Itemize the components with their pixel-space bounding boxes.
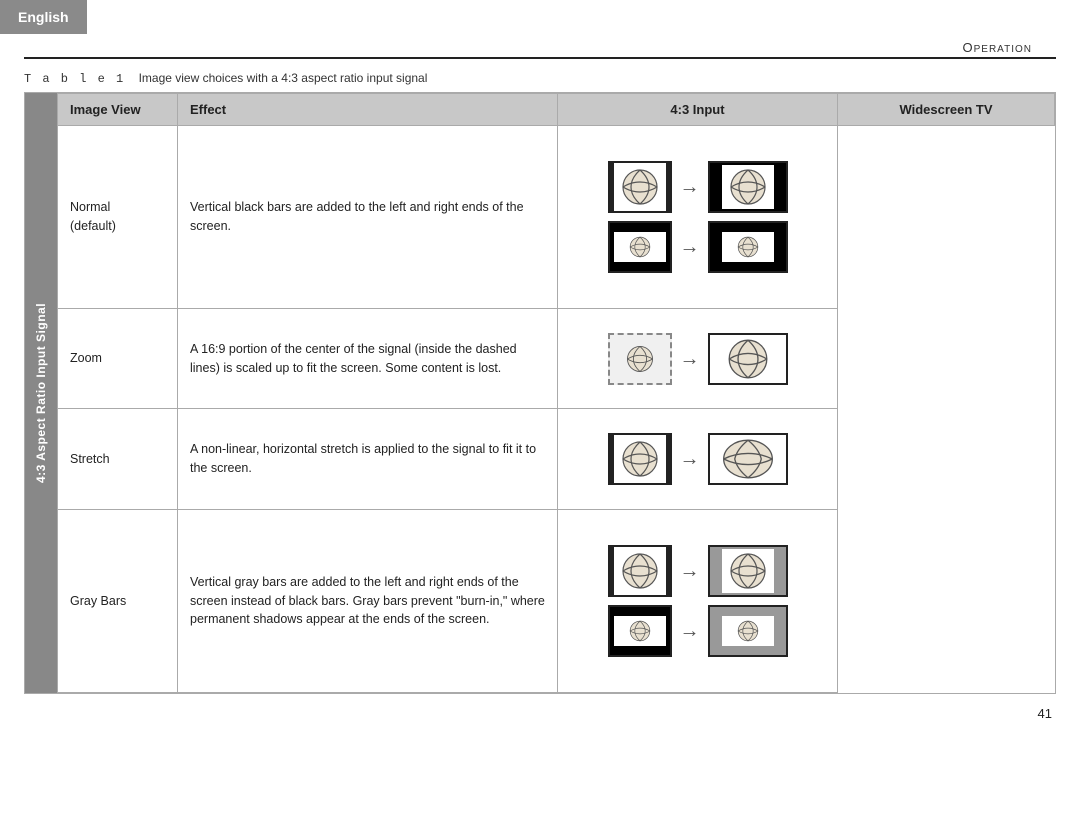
basketball-svg-stretch-in [621,440,659,478]
side-label-col: 4:3 Aspect Ratio Input Signal [25,93,57,693]
table-caption-text: Image view choices with a 4:3 aspect rat… [139,71,428,85]
english-tab-label: English [18,9,69,25]
normal-output-frame-1 [708,161,788,213]
table-row: Normal(default) Vertical black bars are … [58,126,1055,309]
table-row: Gray Bars Vertical gray bars are added t… [58,509,1055,692]
normal-output-inner-1 [722,165,774,209]
main-table-wrap: 4:3 Aspect Ratio Input Signal Image View… [24,92,1056,694]
basketball-svg-gray-out-1 [729,552,767,590]
basketball-svg-stretch-out [714,438,782,480]
arrow-icon-3: → [680,344,700,374]
basketball-svg-gray-out-2 [737,620,759,642]
graybars-output-inner-1 [722,549,774,593]
row-normal-visuals: → [558,126,838,309]
graybars-letterbox-output [708,605,788,657]
stretch-visual-row-1: → [608,433,788,485]
zoom-output-inner [710,335,786,383]
zoom-input-frame [608,333,672,385]
graybars-visual-row-2: → [608,605,788,657]
stretch-input-frame [608,433,672,485]
page-number: 41 [0,694,1080,733]
stretch-input-inner [614,435,666,483]
table-row: Stretch A non-linear, horizontal stretch… [58,409,1055,509]
row-zoom-effect: A 16:9 portion of the center of the sign… [178,309,558,409]
zoom-visuals-pair: → [570,333,825,385]
basketball-svg-2 [729,168,767,206]
row-zoom-name: Zoom [58,309,178,409]
normal-input-frame-1 [608,161,672,213]
normal-letterbox-output [708,221,788,273]
english-tab: English [0,0,87,34]
arrow-icon-6: → [680,616,700,646]
table-num: T a b l e 1 [24,72,125,86]
row-graybars-name: Gray Bars [58,509,178,692]
row-stretch-effect: A non-linear, horizontal stretch is appl… [178,409,558,509]
col-image-view: Image View [58,94,178,126]
normal-visuals-pair: → [570,161,825,273]
basketball-svg-gray-1 [621,552,659,590]
zoom-output-frame [708,333,788,385]
row-stretch-visuals: → [558,409,838,509]
basketball-svg [621,168,659,206]
row-stretch-name: Stretch [58,409,178,509]
arrow-icon: → [680,172,700,202]
arrow-icon-5: → [680,556,700,586]
arrow-icon-4: → [680,444,700,474]
table-header-row: Image View Effect 4:3 Input Widescreen T… [58,94,1055,126]
row-normal-effect: Vertical black bars are added to the lef… [178,126,558,309]
graybars-visuals-pair: → [570,545,825,657]
graybars-letterbox-input-inner [614,616,666,646]
row-graybars-visuals: → [558,509,838,692]
normal-input-inner-1 [614,163,666,211]
section-label: OPERATION [962,40,1032,55]
basketball-svg-zoom-out [718,338,778,380]
top-bar: English [0,0,1080,34]
table-caption: T a b l e 1 Image view choices with a 4:… [24,71,1056,86]
operation-header: OPERATION [24,34,1056,59]
basketball-svg-4 [737,236,759,258]
arrow-icon-2: → [680,232,700,262]
graybars-input-inner-1 [614,547,666,595]
main-table: Image View Effect 4:3 Input Widescreen T… [57,93,1055,693]
col-input43: 4:3 Input [558,94,838,126]
normal-visual-row-2: → [608,221,788,273]
row-zoom-visuals: → [558,309,838,409]
normal-visual-row-1: → [608,161,788,213]
col-widescreen-tv: Widescreen TV [838,94,1055,126]
stretch-output-frame [708,433,788,485]
basketball-svg-gray-2 [629,620,651,642]
page-number-text: 41 [1038,706,1052,721]
zoom-visual-row-1: → [608,333,788,385]
basketball-svg-zoom [621,345,659,373]
graybars-input-frame-1 [608,545,672,597]
stretch-output-inner [710,435,786,483]
normal-letterbox-input [608,221,672,273]
graybars-letterbox-input [608,605,672,657]
normal-letterbox-input-inner [614,232,666,262]
graybars-visual-row-1: → [608,545,788,597]
graybars-output-frame-1 [708,545,788,597]
basketball-svg-3 [629,236,651,258]
row-graybars-effect: Vertical gray bars are added to the left… [178,509,558,692]
normal-letterbox-output-inner [722,232,774,262]
stretch-visuals-pair: → [570,433,825,485]
col-effect: Effect [178,94,558,126]
graybars-letterbox-output-inner [722,616,774,646]
side-label-text: 4:3 Aspect Ratio Input Signal [34,303,48,483]
table-row: Zoom A 16:9 portion of the center of the… [58,309,1055,409]
row-normal-name: Normal(default) [58,126,178,309]
